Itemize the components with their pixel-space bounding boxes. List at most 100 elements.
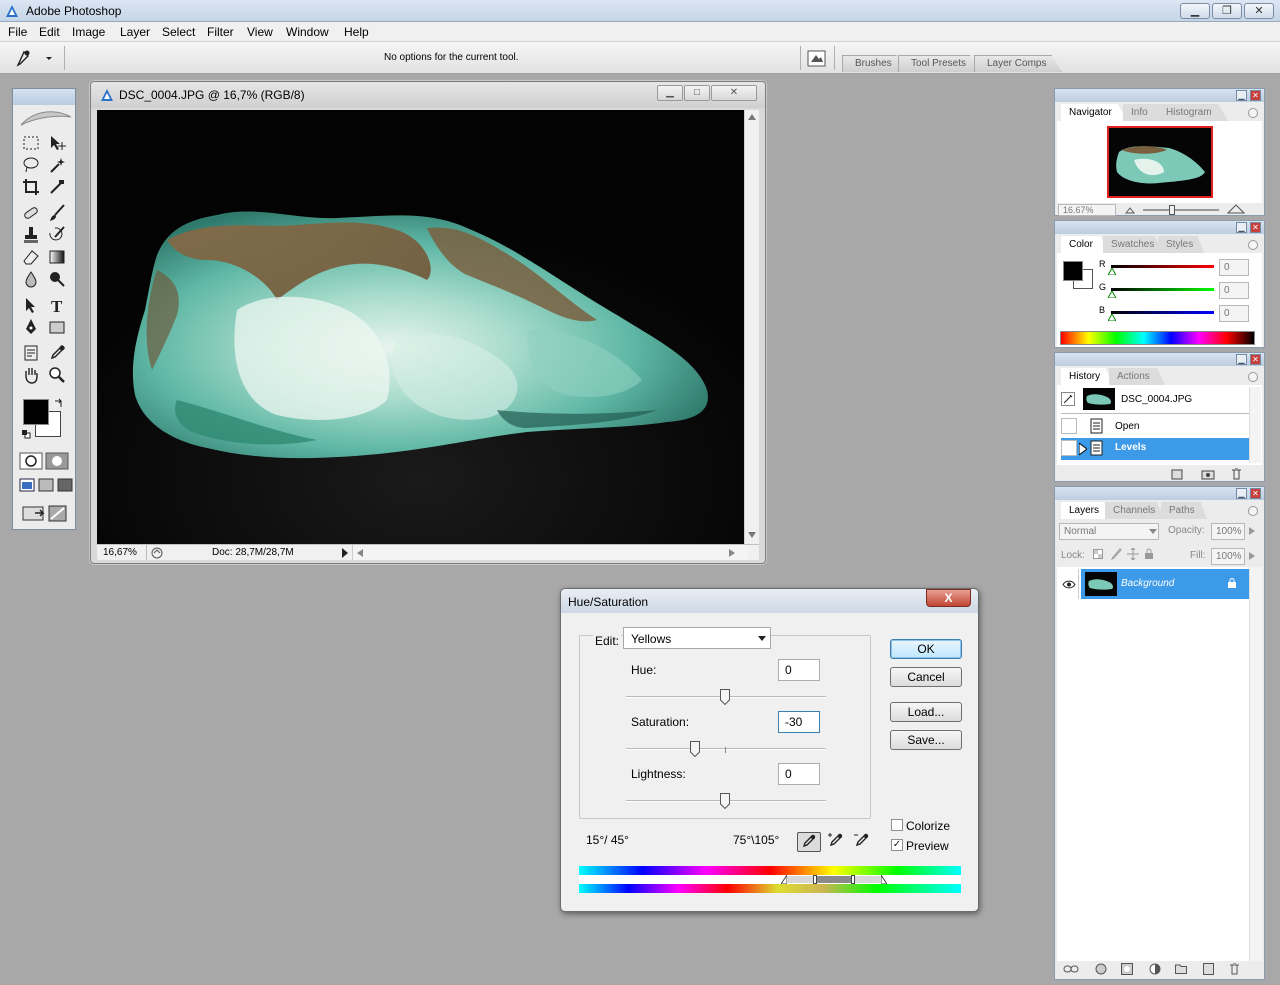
menu-help[interactable]: Help: [344, 25, 369, 39]
layers-scrollbar[interactable]: [1249, 567, 1262, 961]
delete-layer-icon[interactable]: [1229, 963, 1240, 975]
saturation-slider-thumb[interactable]: [690, 741, 700, 757]
document-maximize-button[interactable]: □: [684, 85, 710, 101]
eraser-tool[interactable]: [21, 247, 41, 267]
tab-layers[interactable]: Layers: [1061, 502, 1111, 519]
foreground-color-swatch[interactable]: [23, 399, 49, 425]
healing-brush-tool[interactable]: [21, 203, 41, 223]
status-menu-arrow-icon[interactable]: [341, 548, 349, 558]
lock-transparent-icon[interactable]: [1093, 549, 1103, 559]
layer-row-background[interactable]: Background: [1081, 569, 1249, 599]
new-layer-icon[interactable]: [1203, 963, 1214, 975]
document-vertical-scrollbar[interactable]: [744, 110, 759, 544]
fill-field[interactable]: 100%: [1211, 548, 1245, 565]
window-close-button[interactable]: ✕: [1244, 3, 1274, 19]
range-left-inner-handle[interactable]: [813, 875, 817, 884]
marquee-tool[interactable]: [21, 133, 41, 153]
edit-channel-select[interactable]: Yellows: [623, 627, 771, 649]
blue-channel-slider[interactable]: [1111, 311, 1214, 314]
panel-close-button[interactable]: ✕: [1250, 222, 1261, 233]
blur-tool[interactable]: [21, 269, 41, 289]
load-button[interactable]: Load...: [890, 702, 962, 722]
tool-preset-picker[interactable]: [8, 47, 58, 69]
history-brush-source-box[interactable]: [1061, 440, 1077, 456]
tab-navigator[interactable]: Navigator: [1061, 104, 1127, 121]
hue-slider-thumb[interactable]: [720, 689, 730, 705]
tab-histogram[interactable]: Histogram: [1158, 104, 1228, 121]
document-horizontal-scrollbar[interactable]: [352, 545, 748, 560]
colorize-checkbox[interactable]: [891, 819, 903, 831]
history-brush-tool[interactable]: [47, 225, 67, 245]
panel-minimize-button[interactable]: ▁: [1236, 90, 1247, 101]
blend-mode-select[interactable]: Normal: [1059, 523, 1159, 540]
range-right-inner-handle[interactable]: [851, 875, 855, 884]
menu-filter[interactable]: Filter: [207, 25, 234, 39]
history-step-open[interactable]: Open: [1061, 416, 1253, 438]
history-state-slider-icon[interactable]: [1079, 443, 1087, 455]
menu-view[interactable]: View: [247, 25, 273, 39]
saturation-slider[interactable]: [626, 748, 826, 750]
layer-visibility-toggle[interactable]: [1059, 569, 1079, 599]
delete-state-icon[interactable]: [1231, 468, 1242, 480]
swap-colors-icon[interactable]: [53, 397, 65, 409]
well-tab-brushes[interactable]: Brushes: [842, 55, 904, 72]
eyedropper-tool[interactable]: [47, 343, 67, 363]
red-channel-value[interactable]: 0: [1219, 259, 1249, 276]
add-to-sample-button[interactable]: [825, 832, 849, 852]
navigator-zoom-slider[interactable]: [1143, 209, 1219, 211]
screen-mode-full-menu[interactable]: [38, 477, 54, 497]
panel-close-button[interactable]: ✕: [1250, 354, 1261, 365]
red-channel-slider[interactable]: [1111, 265, 1214, 268]
notes-tool[interactable]: [21, 343, 41, 363]
panel-menu-button[interactable]: [1248, 372, 1258, 382]
navigator-preview-area[interactable]: [1057, 121, 1262, 203]
history-step-levels[interactable]: Levels: [1061, 438, 1253, 460]
menu-window[interactable]: Window: [286, 25, 329, 39]
panel-minimize-button[interactable]: ▁: [1236, 354, 1247, 365]
screen-mode-full[interactable]: [57, 477, 73, 497]
dialog-title-bar[interactable]: Hue/Saturation X: [561, 589, 978, 613]
cancel-button[interactable]: Cancel: [890, 667, 962, 687]
panel-minimize-button[interactable]: ▁: [1236, 488, 1247, 499]
eyedropper-button[interactable]: [797, 832, 821, 852]
opacity-arrow-icon[interactable]: [1249, 527, 1255, 535]
hue-input[interactable]: [778, 659, 820, 681]
scroll-down-icon[interactable]: [748, 532, 756, 538]
tab-channels[interactable]: Channels: [1105, 502, 1165, 519]
preview-checkbox[interactable]: ✓: [891, 839, 903, 851]
jump-to-imageready-button[interactable]: [21, 503, 69, 523]
tab-paths[interactable]: Paths: [1161, 502, 1207, 519]
range-right-handle[interactable]: [881, 875, 887, 884]
green-channel-value[interactable]: 0: [1219, 282, 1249, 299]
navigator-zoom-thumb[interactable]: [1169, 205, 1175, 215]
tab-color[interactable]: Color: [1061, 236, 1107, 253]
color-ramp[interactable]: [1060, 331, 1255, 345]
rectangle-shape-tool[interactable]: [47, 317, 67, 337]
green-channel-slider[interactable]: [1111, 288, 1214, 291]
new-group-icon[interactable]: [1175, 963, 1187, 974]
panel-header[interactable]: ▁ ✕: [1055, 221, 1264, 234]
link-layers-icon[interactable]: [1063, 964, 1079, 974]
menu-layer[interactable]: Layer: [120, 25, 150, 39]
history-snapshot-row[interactable]: DSC_0004.JPG: [1061, 387, 1253, 413]
layer-style-icon[interactable]: [1095, 963, 1107, 975]
panel-menu-button[interactable]: [1248, 506, 1258, 516]
panel-close-button[interactable]: ✕: [1250, 488, 1261, 499]
standard-mode-button[interactable]: [19, 451, 43, 471]
green-slider-thumb[interactable]: [1108, 291, 1116, 298]
tab-swatches[interactable]: Swatches: [1103, 236, 1163, 253]
restore-button[interactable]: ❐: [1212, 3, 1242, 19]
opacity-field[interactable]: 100%: [1211, 523, 1245, 540]
document-zoom-field[interactable]: 16,67%: [99, 545, 147, 560]
panel-header[interactable]: ▁ ✕: [1055, 353, 1264, 366]
adjustment-layer-icon[interactable]: [1149, 963, 1161, 975]
menu-select[interactable]: Select: [162, 25, 195, 39]
minimize-button[interactable]: ▁: [1180, 3, 1210, 19]
tab-history[interactable]: History: [1061, 368, 1113, 385]
move-tool[interactable]: [47, 133, 67, 153]
new-document-from-state-icon[interactable]: [1171, 469, 1183, 480]
pen-tool[interactable]: [21, 317, 41, 337]
lock-all-icon[interactable]: [1144, 548, 1154, 560]
gradient-tool[interactable]: [47, 247, 67, 267]
well-tab-layer-comps[interactable]: Layer Comps: [974, 55, 1062, 72]
